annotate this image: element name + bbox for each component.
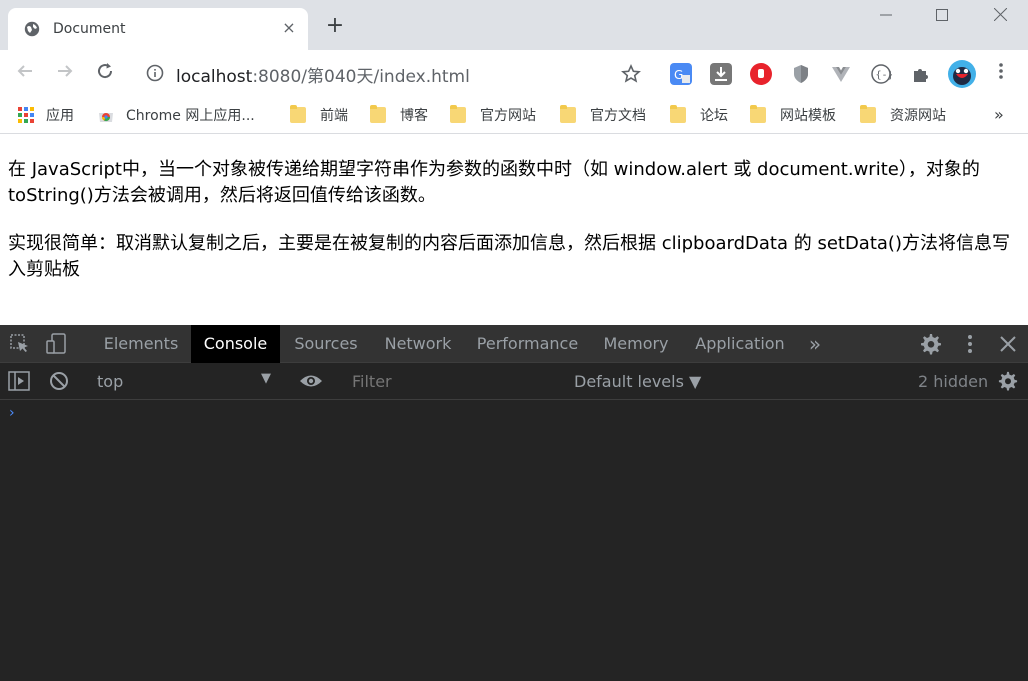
close-icon (993, 7, 1007, 22)
download-extension-icon[interactable] (710, 63, 732, 85)
arrow-left-icon (17, 65, 32, 77)
more-vertical-icon (999, 63, 1003, 79)
arrow-right-icon (58, 65, 73, 77)
devtools-panel: Elements Console Sources Network Perform… (0, 325, 1028, 681)
bookmark-folder-templates[interactable]: 网站模板 (750, 105, 836, 125)
console-toolbar: top ▼ Default levels ▼ 2 hidden (0, 363, 1028, 400)
puzzle-extensions-icon[interactable] (910, 63, 932, 85)
devtools-tab-console[interactable]: Console (191, 325, 280, 363)
maximize-icon (936, 9, 948, 21)
folder-icon (370, 105, 386, 123)
bookmark-apps[interactable]: 应用 (18, 105, 74, 125)
browser-menu-button[interactable] (990, 62, 1012, 84)
inspect-element-icon[interactable] (10, 334, 30, 354)
new-tab-button[interactable]: + (324, 15, 346, 38)
folder-icon (560, 105, 576, 123)
devtools-tab-memory[interactable]: Memory (594, 325, 678, 363)
reload-icon (98, 63, 113, 79)
bookmark-label: 网站模板 (780, 108, 836, 124)
tab-strip: Document × + (0, 0, 1028, 50)
devtools-tabbar: Elements Console Sources Network Perform… (0, 325, 1028, 363)
minimize-icon (880, 14, 892, 16)
forward-button[interactable] (54, 62, 76, 84)
svg-text:{-}: {-} (876, 70, 893, 81)
apps-icon (18, 107, 34, 123)
bookmark-folder-blog[interactable]: 博客 (370, 105, 428, 125)
folder-icon (290, 105, 306, 123)
bookmark-label: 论坛 (700, 108, 728, 124)
bookmark-label: 应用 (46, 108, 74, 124)
console-prompt[interactable]: › (9, 405, 15, 421)
hidden-messages-count: 2 hidden (918, 372, 989, 391)
close-window-button[interactable] (985, 6, 1015, 26)
log-levels-dropdown[interactable]: Default levels ▼ (574, 372, 701, 391)
chrome-store-icon (99, 113, 113, 122)
minimize-button[interactable] (871, 6, 901, 26)
context-selector[interactable]: top (97, 372, 123, 391)
address-bar[interactable]: localhost:8080/第040天/index.html (176, 62, 470, 87)
avatar[interactable] (948, 60, 976, 88)
svg-text:G: G (674, 68, 683, 82)
paragraph-tostring: 在 JavaScript中，当一个对象被传递给期望字符串作为参数的函数中时（如 … (8, 159, 980, 206)
folder-icon (750, 105, 766, 123)
site-info-icon[interactable] (146, 64, 164, 82)
devtools-tab-network[interactable]: Network (376, 325, 460, 363)
devtools-tab-elements[interactable]: Elements (96, 325, 186, 363)
devtools-tab-performance[interactable]: Performance (470, 325, 585, 363)
bookmarks-overflow-button[interactable]: » (994, 105, 1004, 125)
bookmark-folder-official-docs[interactable]: 官方文档 (560, 105, 646, 125)
tab-title: Document (53, 21, 126, 37)
console-sidebar-icon[interactable] (8, 371, 30, 391)
tab-document[interactable]: Document × (8, 8, 308, 50)
device-toolbar-icon[interactable] (46, 333, 68, 355)
paragraph-clipboard: 实现很简单：取消默认复制之后，主要是在被复制的内容后面添加信息，然后根据 cli… (8, 233, 1010, 280)
page-content: 在 JavaScript中，当一个对象被传递给期望字符串作为参数的函数中时（如 … (0, 135, 1028, 325)
url-path: :8080/第040天/index.html (252, 67, 470, 87)
url-host: localhost (176, 67, 253, 87)
clear-console-icon[interactable] (49, 371, 69, 391)
bookmark-label: 博客 (400, 108, 428, 124)
bookmark-folder-frontend[interactable]: 前端 (290, 105, 348, 125)
bookmark-label: 资源网站 (890, 108, 946, 124)
close-devtools-icon[interactable] (1000, 336, 1016, 352)
adblock-extension-icon[interactable] (750, 63, 772, 85)
console-filter-input[interactable] (344, 368, 544, 394)
context-dropdown-icon[interactable]: ▼ (261, 371, 271, 386)
bookmark-label: 官方网站 (480, 108, 536, 124)
maximize-button[interactable] (927, 6, 957, 26)
bookmark-folder-resources[interactable]: 资源网站 (860, 105, 946, 125)
bookmarks-bar: 应用 Chrome 网上应用... 前端 博客 官方网站 官方文档 论坛 网站模… (0, 96, 1028, 134)
globe-icon (24, 21, 40, 37)
devtools-menu-icon[interactable] (966, 334, 974, 354)
close-tab-icon[interactable]: × (280, 19, 298, 37)
settings-gear-icon[interactable] (920, 333, 942, 355)
bookmark-folder-official-sites[interactable]: 官方网站 (450, 105, 536, 125)
bookmark-label: 官方文档 (590, 108, 646, 124)
json-extension-icon[interactable]: {-} (870, 63, 894, 85)
translate-extension-icon[interactable]: G (670, 63, 692, 85)
folder-icon (670, 105, 686, 123)
bookmark-label: Chrome 网上应用... (126, 108, 255, 124)
vue-devtools-icon[interactable] (830, 63, 852, 85)
console-settings-gear-icon[interactable] (998, 371, 1018, 391)
devtools-more-tabs-button[interactable]: » (800, 325, 830, 363)
folder-icon (450, 105, 466, 123)
bookmark-chrome-store[interactable]: Chrome 网上应用... (98, 105, 255, 125)
shield-extension-icon[interactable] (790, 63, 812, 85)
bookmark-folder-forum[interactable]: 论坛 (670, 105, 728, 125)
bookmark-label: 前端 (320, 108, 348, 124)
browser-toolbar: localhost:8080/第040天/index.html G {-} (0, 50, 1028, 96)
reload-button[interactable] (94, 62, 116, 84)
devtools-tab-sources[interactable]: Sources (285, 325, 367, 363)
folder-icon (860, 105, 876, 123)
live-expression-eye-icon[interactable] (299, 373, 323, 389)
bookmark-star-icon[interactable] (621, 64, 641, 84)
devtools-tab-application[interactable]: Application (688, 325, 792, 363)
back-button[interactable] (14, 62, 36, 84)
